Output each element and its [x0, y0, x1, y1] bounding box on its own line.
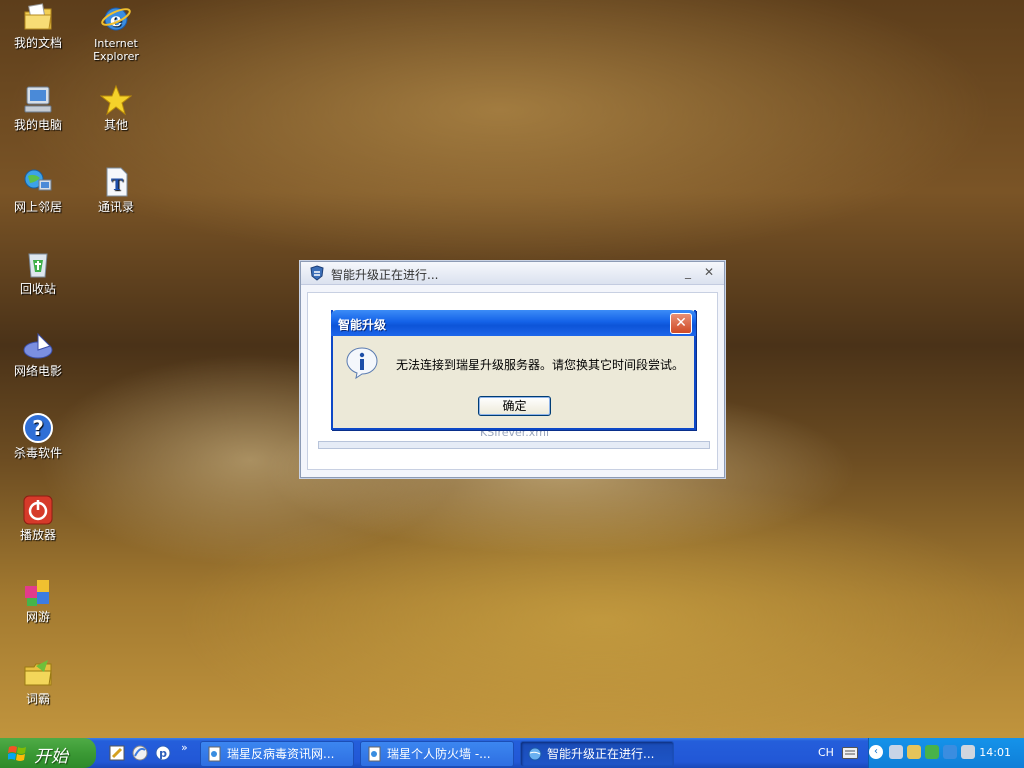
tray-network-icon[interactable]	[889, 745, 903, 759]
quicklaunch-media-icon[interactable]	[131, 744, 149, 762]
network-movie-icon	[23, 332, 53, 359]
tray-firewall-icon[interactable]	[925, 745, 939, 759]
desktop-icon-label: 播放器	[19, 528, 56, 542]
taskbar-button-antivirus-news[interactable]: 瑞星反病毒资讯网...	[200, 741, 354, 767]
upgrade-globe-icon	[528, 747, 542, 761]
taskbar-button-smart-upgrade[interactable]: 智能升级正在进行...	[520, 741, 674, 767]
desktop-icon-label: 回收站	[19, 282, 56, 296]
star-icon	[100, 84, 132, 116]
taskbar-clock[interactable]: 14:01	[979, 746, 1011, 759]
desktop-icon-label: 通讯录	[97, 200, 134, 214]
game-cubes-icon	[25, 580, 49, 606]
language-indicator[interactable]: CH	[818, 746, 834, 759]
desktop-icon-label: 我的文档	[13, 36, 62, 50]
dialog-titlebar[interactable]: 智能升级 ✕	[331, 310, 696, 336]
tray-settings-icon[interactable]	[961, 745, 975, 759]
desktop-icon-label: 网游	[25, 610, 50, 624]
dialog-title: 智能升级	[338, 318, 387, 332]
desktop-icon-label: 网络电影	[13, 364, 62, 378]
my-computer-icon	[24, 86, 52, 113]
quicklaunch-search-icon[interactable]: p	[154, 744, 172, 762]
desktop-icon-label: 网上邻居	[13, 200, 62, 214]
desktop-icon-other[interactable]: 其他	[78, 84, 154, 132]
keyboard-icon[interactable]	[842, 747, 858, 759]
taskbar-button-firewall[interactable]: 瑞星个人防火墙 -...	[360, 741, 514, 767]
taskbar-button-label: 瑞星个人防火墙 -...	[387, 747, 491, 761]
desktop-icon-recycle-bin[interactable]: 回收站	[0, 248, 76, 296]
network-places-icon	[24, 169, 52, 191]
address-book-icon: T	[106, 167, 128, 197]
desktop-icon-player[interactable]: 播放器	[0, 494, 76, 542]
desktop-icon-label: Internet Explorer	[93, 37, 139, 63]
taskbar-button-label: 瑞星反病毒资讯网...	[227, 747, 335, 761]
help-question-icon: ?	[23, 413, 53, 443]
quicklaunch-notepad-icon[interactable]	[108, 744, 126, 762]
desktop-icon-label: 其他	[103, 118, 128, 132]
folder-icon	[24, 660, 52, 686]
desktop-icon-label: 我的电脑	[13, 118, 62, 132]
desktop-icon-address-book[interactable]: T 通讯录	[78, 166, 154, 214]
tray-expand-icon[interactable]: ‹	[869, 745, 883, 759]
taskbar: 开始 p » 瑞星反病毒资讯网... 瑞星个人防火墙 -... 智能升级正在进行…	[0, 738, 1024, 768]
desktop-icon-label: 杀毒软件	[13, 446, 62, 460]
info-icon	[346, 347, 378, 380]
desktop-icon-my-documents[interactable]: 我的文档	[0, 2, 76, 50]
recycle-bin-icon	[28, 253, 48, 278]
tray-ie-icon[interactable]	[943, 745, 957, 759]
svg-text:T: T	[111, 175, 123, 194]
desktop-icon-my-computer[interactable]: 我的电脑	[0, 84, 76, 132]
desktop-icon-label: 词霸	[25, 692, 50, 706]
upgrade-error-dialog: 智能升级 ✕ 无法连接到瑞星升级服务器。请您换其它时间段尝试。 确定	[331, 310, 696, 430]
desktop-icon-network-places[interactable]: 网上邻居	[0, 166, 76, 214]
start-button-label: 开始	[34, 747, 68, 767]
dialog-message: 无法连接到瑞星升级服务器。请您换其它时间段尝试。	[396, 358, 685, 372]
taskbar-button-label: 智能升级正在进行...	[547, 747, 655, 761]
system-tray: ‹ 14:01	[868, 738, 1024, 768]
upgrade-window-title: 智能升级正在进行...	[331, 268, 439, 282]
minimize-icon[interactable]: _	[685, 265, 691, 279]
dialog-close-button[interactable]: ✕	[670, 313, 692, 334]
document-icon	[208, 746, 221, 762]
power-icon	[23, 495, 53, 525]
desktop-icon-antivirus[interactable]: ? 杀毒软件	[0, 412, 76, 460]
start-button[interactable]: 开始	[0, 738, 96, 768]
rising-shield-icon	[310, 265, 324, 281]
close-icon[interactable]: ✕	[704, 265, 714, 279]
quicklaunch-more-button[interactable]: »	[181, 741, 188, 754]
desktop-icon-internet-explorer[interactable]: e Internet Explorer	[78, 2, 154, 63]
upgrade-progress-bar	[318, 441, 710, 449]
ok-button[interactable]: 确定	[478, 396, 551, 416]
desktop-icon-dictionary[interactable]: 词霸	[0, 658, 76, 706]
desktop-icon-network-movie[interactable]: 网络电影	[0, 330, 76, 378]
upgrade-window-titlebar[interactable]: 智能升级正在进行... _ ✕	[301, 262, 724, 285]
svg-text:?: ?	[32, 416, 44, 440]
tray-rising-icon[interactable]	[907, 745, 921, 759]
my-documents-icon	[24, 3, 52, 30]
document-icon	[368, 746, 381, 762]
desktop-icon-online-games[interactable]: 网游	[0, 576, 76, 624]
internet-explorer-icon: e	[101, 7, 131, 31]
svg-text:p: p	[159, 747, 167, 760]
windows-logo-icon	[8, 746, 26, 761]
